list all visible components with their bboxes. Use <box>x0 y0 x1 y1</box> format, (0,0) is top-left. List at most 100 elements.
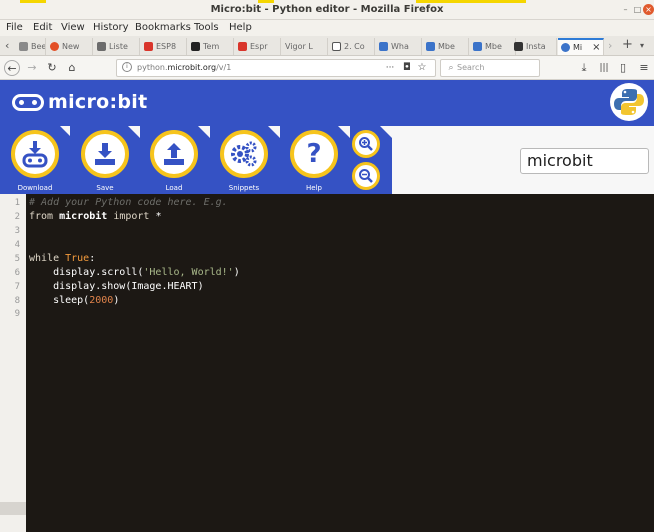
code-editor[interactable]: 1 2 3 4 5 6 7 8 9 # Add your Python code… <box>0 194 654 532</box>
highlight-mark <box>20 0 46 3</box>
zoom-in-button[interactable] <box>352 130 380 158</box>
browser-tab[interactable]: 2. Co <box>329 38 375 55</box>
browser-tab[interactable]: Wha <box>376 38 422 55</box>
code-constant: True <box>65 253 90 264</box>
tab-favicon <box>238 42 247 51</box>
snippets-circle <box>220 130 268 178</box>
tab-favicon <box>144 42 153 51</box>
zoom-out-button[interactable] <box>352 162 380 190</box>
menu-bookmarks[interactable]: Bookmarks <box>135 22 191 33</box>
zoom-in-icon <box>359 137 373 151</box>
code-line-2: from microbit import * <box>29 210 161 224</box>
home-icon[interactable]: ⌂ <box>64 60 80 76</box>
close-icon[interactable]: × <box>643 4 654 15</box>
line-number: 4 <box>14 240 20 250</box>
tab-label: Mbe <box>438 42 455 51</box>
microbit-logo[interactable]: micro:bit <box>12 89 148 115</box>
line-number: 1 <box>14 198 20 208</box>
url-prefix: python. <box>137 63 168 72</box>
forward-icon[interactable]: → <box>24 60 40 76</box>
menu-history[interactable]: History <box>93 22 129 33</box>
snippets-label: Snippets <box>228 184 260 192</box>
code-line-8: sleep(2000) <box>29 294 119 308</box>
code-text-area[interactable]: # Add your Python code here. E.g. from m… <box>26 194 654 532</box>
zoom-out-icon <box>359 169 373 183</box>
help-label: Help <box>306 184 322 192</box>
back-icon[interactable]: ← <box>4 60 20 76</box>
gears-icon <box>231 141 257 167</box>
code-text: display.scroll( <box>29 267 144 278</box>
load-button[interactable]: Load <box>149 130 199 192</box>
download-button[interactable]: Download <box>10 130 60 192</box>
maximize-icon[interactable]: □ <box>632 4 643 15</box>
downloads-icon[interactable]: ⤓ <box>576 60 592 76</box>
tab-list-icon[interactable]: ▾ <box>640 41 644 50</box>
new-tab-icon[interactable]: + <box>622 37 633 52</box>
line-number: 2 <box>14 212 20 222</box>
menu-file[interactable]: File <box>6 22 23 33</box>
line-number: 7 <box>14 282 20 292</box>
site-info-icon[interactable]: i <box>122 62 132 72</box>
menu-view[interactable]: View <box>61 22 85 33</box>
tab-label: ESP8 <box>156 42 177 51</box>
minimize-icon[interactable]: – <box>620 4 631 15</box>
help-button[interactable]: ? Help <box>289 130 339 192</box>
code-line-5: while True: <box>29 252 95 266</box>
tab-scroll-left-icon[interactable]: ‹ <box>5 39 9 52</box>
tab-favicon <box>473 42 482 51</box>
tab-scroll-right-icon[interactable]: › <box>608 39 612 52</box>
code-module: microbit <box>53 211 114 222</box>
browser-tab[interactable]: New <box>47 38 93 55</box>
code-text: ) <box>113 295 120 306</box>
line-number: 9 <box>14 309 20 319</box>
url-domain: microbit.org <box>167 63 217 72</box>
microbit-chip-icon <box>12 93 44 111</box>
active-line-gutter <box>0 502 26 515</box>
sidebar-icon[interactable]: ▯ <box>615 60 631 76</box>
snippets-button[interactable]: Snippets <box>219 130 269 192</box>
page-actions-icon[interactable]: ··· <box>382 60 398 76</box>
help-circle: ? <box>290 130 338 178</box>
load-upload-icon <box>164 143 184 165</box>
code-text: ) <box>233 267 240 278</box>
code-line-6: display.scroll('Hello, World!') <box>29 266 240 280</box>
tab-label: Insta <box>526 42 546 51</box>
tab-favicon <box>514 42 523 51</box>
code-line-7: display.show(Image.HEART) <box>29 280 204 294</box>
tab-label: Mi <box>573 43 583 52</box>
download-microbit-icon <box>22 141 48 168</box>
menu-tools[interactable]: Tools <box>194 22 219 33</box>
tab-favicon <box>379 42 388 51</box>
browser-tab[interactable]: Liste <box>94 38 140 55</box>
library-icon[interactable]: ||| <box>596 60 612 76</box>
browser-tab-active[interactable]: Mi × <box>558 38 604 55</box>
browser-tab[interactable]: Tem <box>188 38 234 55</box>
menu-hamburger-icon[interactable]: ≡ <box>636 60 652 76</box>
tab-label: Wha <box>391 42 409 51</box>
browser-tab[interactable]: Mbe <box>423 38 469 55</box>
download-label: Download <box>17 184 53 192</box>
tab-favicon <box>19 42 28 51</box>
bookmark-star-icon[interactable]: ☆ <box>414 60 430 76</box>
browser-tab[interactable]: Mbe <box>470 38 516 55</box>
menu-help[interactable]: Help <box>229 22 252 33</box>
navigation-bar: ← → ↻ ⌂ python.microbit.org/v/1 i ··· ◘ … <box>0 56 654 80</box>
tab-bar: ‹ Beer New Liste ESP8 Tem Espr Vigor L 2… <box>0 36 654 56</box>
download-circle <box>11 130 59 178</box>
browser-tab[interactable]: ESP8 <box>141 38 187 55</box>
tab-close-icon[interactable]: × <box>592 42 600 53</box>
browser-tab[interactable]: Espr <box>235 38 281 55</box>
menu-edit[interactable]: Edit <box>33 22 52 33</box>
reload-icon[interactable]: ↻ <box>44 60 60 76</box>
project-name-input[interactable]: microbit <box>520 148 649 174</box>
browser-tab[interactable]: Insta <box>511 38 557 55</box>
logo-text: micro:bit <box>48 91 148 113</box>
browser-tab[interactable]: Beer <box>16 38 46 55</box>
browser-tab[interactable]: Vigor L <box>282 38 328 55</box>
code-text: * <box>149 211 162 222</box>
load-circle <box>150 130 198 178</box>
save-button[interactable]: Save <box>80 130 130 192</box>
line-number: 6 <box>14 268 20 278</box>
pocket-icon[interactable]: ◘ <box>399 60 415 76</box>
highlight-mark <box>258 0 274 3</box>
